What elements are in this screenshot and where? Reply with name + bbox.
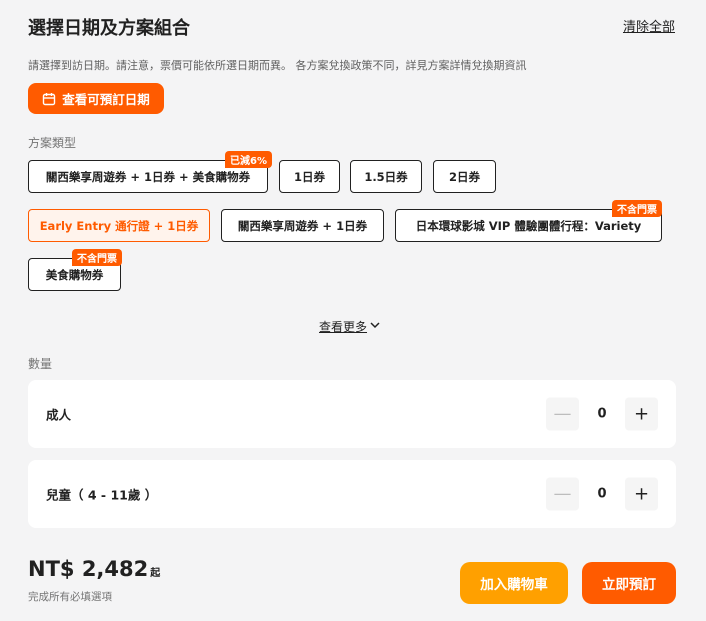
quantity-row-child: 兒童（ 4 - 11歲 ） — 0 +: [28, 460, 676, 528]
calendar-icon: [42, 92, 56, 106]
price-amount: NT$ 2,482: [28, 557, 149, 581]
quantity-row-label: 兒童（ 4 - 11歲 ）: [46, 487, 158, 503]
booking-notice: 請選擇到訪日期。請注意，票價可能依所選日期而異。 各方案兌換政策不同，詳見方案詳…: [28, 59, 527, 72]
package-option-selected[interactable]: Early Entry 通行證 + 1日券: [28, 209, 210, 242]
package-option[interactable]: 2日券: [433, 160, 496, 193]
total-price: NT$ 2,482 起: [28, 557, 160, 581]
discount-tag: 已減6%: [225, 151, 272, 168]
required-note: 完成所有必填選項: [28, 591, 112, 603]
package-option[interactable]: 1.5日券: [350, 160, 422, 193]
decrease-button[interactable]: —: [546, 477, 579, 511]
decrease-button[interactable]: —: [546, 397, 579, 431]
package-type-label: 方案類型: [28, 136, 77, 150]
quantity-row-adult: 成人 — 0 +: [28, 380, 676, 448]
page-title: 選擇日期及方案組合: [28, 18, 190, 39]
quantity-label: 數量: [28, 357, 53, 371]
chevron-down-icon: [369, 319, 381, 334]
book-now-button[interactable]: 立即預訂: [582, 562, 676, 604]
no-ticket-tag: 不含門票: [612, 200, 662, 217]
view-dates-button[interactable]: 查看可預訂日期: [28, 83, 164, 114]
view-dates-label: 查看可預訂日期: [62, 92, 150, 107]
package-option[interactable]: 1日券: [279, 160, 340, 193]
quantity-value: 0: [597, 486, 607, 502]
no-ticket-tag: 不含門票: [72, 249, 122, 266]
package-option[interactable]: 關西樂享周遊券 + 1日券: [221, 209, 384, 242]
quantity-value: 0: [597, 406, 607, 422]
add-to-cart-button[interactable]: 加入購物車: [460, 562, 568, 604]
price-suffix: 起: [150, 568, 161, 579]
increase-button[interactable]: +: [625, 397, 658, 431]
see-more-link[interactable]: 查看更多: [319, 318, 381, 335]
see-more-label: 查看更多: [319, 320, 368, 334]
clear-all-link[interactable]: 清除全部: [623, 16, 675, 35]
increase-button[interactable]: +: [625, 477, 658, 511]
quantity-row-label: 成人: [46, 407, 72, 423]
